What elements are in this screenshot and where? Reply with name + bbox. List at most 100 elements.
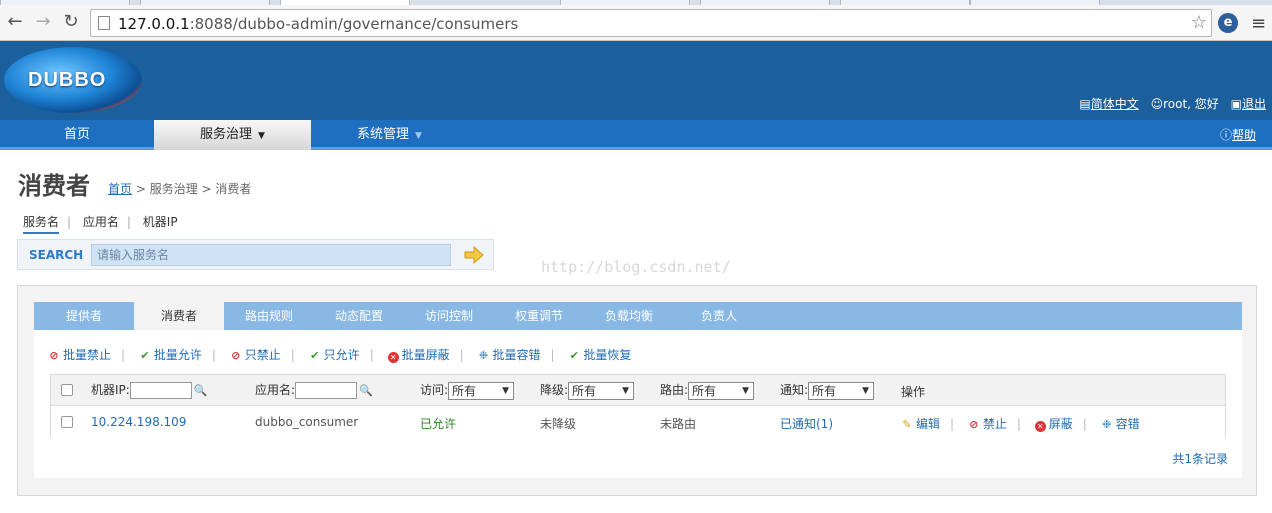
degrade-filter-select[interactable]: 所有 ▼ — [568, 381, 635, 400]
nav-item-system-admin[interactable]: 系统管理 ▼ — [311, 120, 468, 150]
check-icon: ✔ — [310, 349, 320, 362]
row-access-status: 已允许 — [420, 417, 457, 431]
batch-allow-button[interactable]: ✔ 批量允许 — [139, 346, 202, 363]
search-input[interactable] — [91, 244, 451, 266]
forbid-button[interactable]: ⊘ 禁止 — [968, 417, 1007, 431]
search-tab-service[interactable]: 服务名 — [23, 215, 60, 234]
tab-weight[interactable]: 权重调节 — [494, 302, 584, 330]
chevron-down-icon: ▼ — [502, 385, 510, 396]
dubbo-logo: DUBBO — [4, 47, 142, 113]
batch-forbid-button[interactable]: ⊘ 批量禁止 — [48, 346, 111, 363]
reload-icon[interactable]: ↻ — [60, 11, 82, 33]
edit-button[interactable]: ✎ 编辑 — [901, 417, 940, 431]
row-app: dubbo_consumer — [255, 415, 359, 429]
browser-menu-icon[interactable]: ≡ — [1251, 13, 1266, 34]
table-header: 机器IP: 🔍 应用名: 🔍 访问: 所有 ▼ 降级: 所有 ▼ 路由: 所有 ▼ 通知: 所有 ▼… — [51, 375, 1225, 406]
row-ip-link[interactable]: 10.224.198.109 — [91, 415, 186, 429]
header-degrade: 降级: 所有 ▼ — [540, 381, 635, 400]
page-title: 消费者 — [18, 172, 90, 200]
logout-link[interactable]: ▣退出 — [1231, 97, 1266, 111]
header-app: 应用名: 🔍 — [255, 382, 373, 399]
batch-recover-button[interactable]: ✔ 批量恢复 — [568, 346, 632, 363]
chevron-down-icon: ▼ — [622, 385, 630, 396]
tab-access-control[interactable]: 访问控制 — [404, 302, 494, 330]
row-notify-link[interactable]: 已通知(1) — [780, 415, 833, 432]
record-count: 共1条记录 — [1172, 452, 1228, 466]
browser-toolbar: ← → ↻ 127.0.0.1:8088/dubbo-admin/governa… — [0, 5, 1272, 41]
tab-owners[interactable]: 负责人 — [674, 302, 764, 330]
forbid-icon: ⊘ — [49, 349, 59, 362]
breadcrumb-separator: > — [132, 182, 150, 196]
forbid-icon: ⊘ — [231, 349, 241, 362]
row-operations: ✎ 编辑 | ⊘ 禁止 | ✕ 屏蔽 | ❉ 容错 — [901, 417, 1140, 432]
row-degrade-status: 未降级 — [540, 417, 577, 431]
search-tab-ip[interactable]: 机器IP — [143, 215, 178, 229]
nav-item-home[interactable]: 首页 — [0, 120, 154, 150]
search-icon[interactable]: 🔍 — [194, 384, 208, 397]
back-arrow-icon[interactable]: ← — [4, 11, 26, 33]
gear-icon: ❉ — [478, 349, 489, 362]
extension-e-icon[interactable]: e — [1218, 13, 1238, 33]
content-panel: 提供者 消费者 路由规则 动态配置 访问控制 权重调节 负载均衡 负责人 ⊘ 批量… — [17, 285, 1257, 496]
check-icon: ✔ — [140, 349, 150, 362]
breadcrumb-item: 服务治理 — [149, 182, 198, 196]
table-row: 10.224.198.109 dubbo_consumer 已允许 未降级 未路… — [51, 406, 1225, 438]
breadcrumb-home-link[interactable]: 首页 — [108, 182, 132, 196]
language-link[interactable]: ▤简体中文 — [1079, 97, 1138, 111]
tab-providers[interactable]: 提供者 — [34, 302, 134, 330]
tab-consumers[interactable]: 消费者 — [134, 302, 224, 330]
breadcrumb-current: 消费者 — [215, 182, 252, 196]
header-ip: 机器IP: 🔍 — [91, 382, 208, 399]
tab-routes[interactable]: 路由规则 — [224, 302, 314, 330]
batch-tolerate-button[interactable]: ❉ 批量容错 — [477, 346, 541, 363]
batch-shield-button[interactable]: ✕ 批量屏蔽 — [387, 346, 450, 363]
app-filter-input[interactable] — [295, 382, 358, 399]
search-type-tabs: 服务名 | 应用名 | 机器IP — [23, 213, 186, 234]
header-route: 路由: 所有 ▼ — [660, 381, 755, 400]
watermark-text: http://blog.csdn.net/ — [541, 258, 731, 276]
gear-icon: ❉ — [1102, 418, 1112, 431]
ip-filter-input[interactable] — [129, 382, 192, 399]
x-circle-icon: ✕ — [1034, 421, 1046, 432]
tab-dynamic-config[interactable]: 动态配置 — [314, 302, 404, 330]
forward-arrow-icon[interactable]: → — [32, 11, 54, 33]
notify-filter-select[interactable]: 所有 ▼ — [808, 381, 875, 400]
header-links: ▤简体中文 ☺root, 您好 ▣退出 — [1071, 95, 1266, 112]
check-icon: ✔ — [569, 349, 579, 362]
chevron-down-icon: ▼ — [862, 385, 870, 396]
pencil-icon: ✎ — [902, 418, 912, 431]
select-all-checkbox[interactable] — [61, 384, 73, 396]
only-forbid-button[interactable]: ⊘ 只禁止 — [230, 346, 281, 363]
breadcrumb-separator: > — [197, 182, 216, 196]
forbid-icon: ⊘ — [969, 418, 979, 431]
tolerate-button[interactable]: ❉ 容错 — [1101, 417, 1140, 431]
tab-load-balance[interactable]: 负载均衡 — [584, 302, 674, 330]
content-tabs: 提供者 消费者 路由规则 动态配置 访问控制 权重调节 负载均衡 负责人 — [34, 302, 1242, 330]
row-route-status: 未路由 — [660, 417, 697, 431]
search-icon[interactable]: 🔍 — [359, 384, 373, 397]
main-nav: 首页 服务治理 ▼ 系统管理 ▼ ⓘ帮助 — [0, 120, 1272, 150]
route-filter-select[interactable]: 所有 ▼ — [688, 381, 755, 400]
bookmark-star-icon[interactable]: ☆ — [1191, 12, 1207, 33]
logo-text: DUBBO — [28, 69, 107, 91]
x-circle-icon: ✕ — [387, 352, 399, 363]
help-link[interactable]: ⓘ帮助 — [1220, 120, 1256, 150]
consumers-table: 机器IP: 🔍 应用名: 🔍 访问: 所有 ▼ 降级: 所有 ▼ 路由: 所有 ▼ 通知: 所有 ▼… — [50, 374, 1226, 438]
nav-item-service-governance[interactable]: 服务治理 ▼ — [154, 120, 311, 150]
search-go-arrow-icon[interactable] — [464, 246, 484, 264]
search-bar: SEARCH — [17, 239, 494, 270]
breadcrumb: 首页 > 服务治理 > 消费者 — [108, 180, 251, 197]
shield-button[interactable]: ✕ 屏蔽 — [1034, 417, 1073, 432]
search-tab-application[interactable]: 应用名 — [83, 215, 119, 229]
search-label: SEARCH — [29, 248, 84, 262]
row-checkbox[interactable] — [61, 416, 73, 428]
address-bar[interactable]: 127.0.0.1:8088/dubbo-admin/governance/co… — [90, 9, 1212, 37]
help-icon: ⓘ — [1219, 128, 1232, 142]
address-url: 127.0.0.1:8088/dubbo-admin/governance/co… — [118, 15, 519, 33]
access-filter-select[interactable]: 所有 ▼ — [448, 381, 515, 400]
chevron-down-icon: ▼ — [415, 131, 422, 141]
user-greeting: ☺root, 您好 — [1150, 97, 1219, 111]
only-allow-button[interactable]: ✔ 只允许 — [309, 346, 360, 363]
tab-separator: | — [126, 215, 131, 229]
header-ops: 操作 — [901, 385, 926, 399]
